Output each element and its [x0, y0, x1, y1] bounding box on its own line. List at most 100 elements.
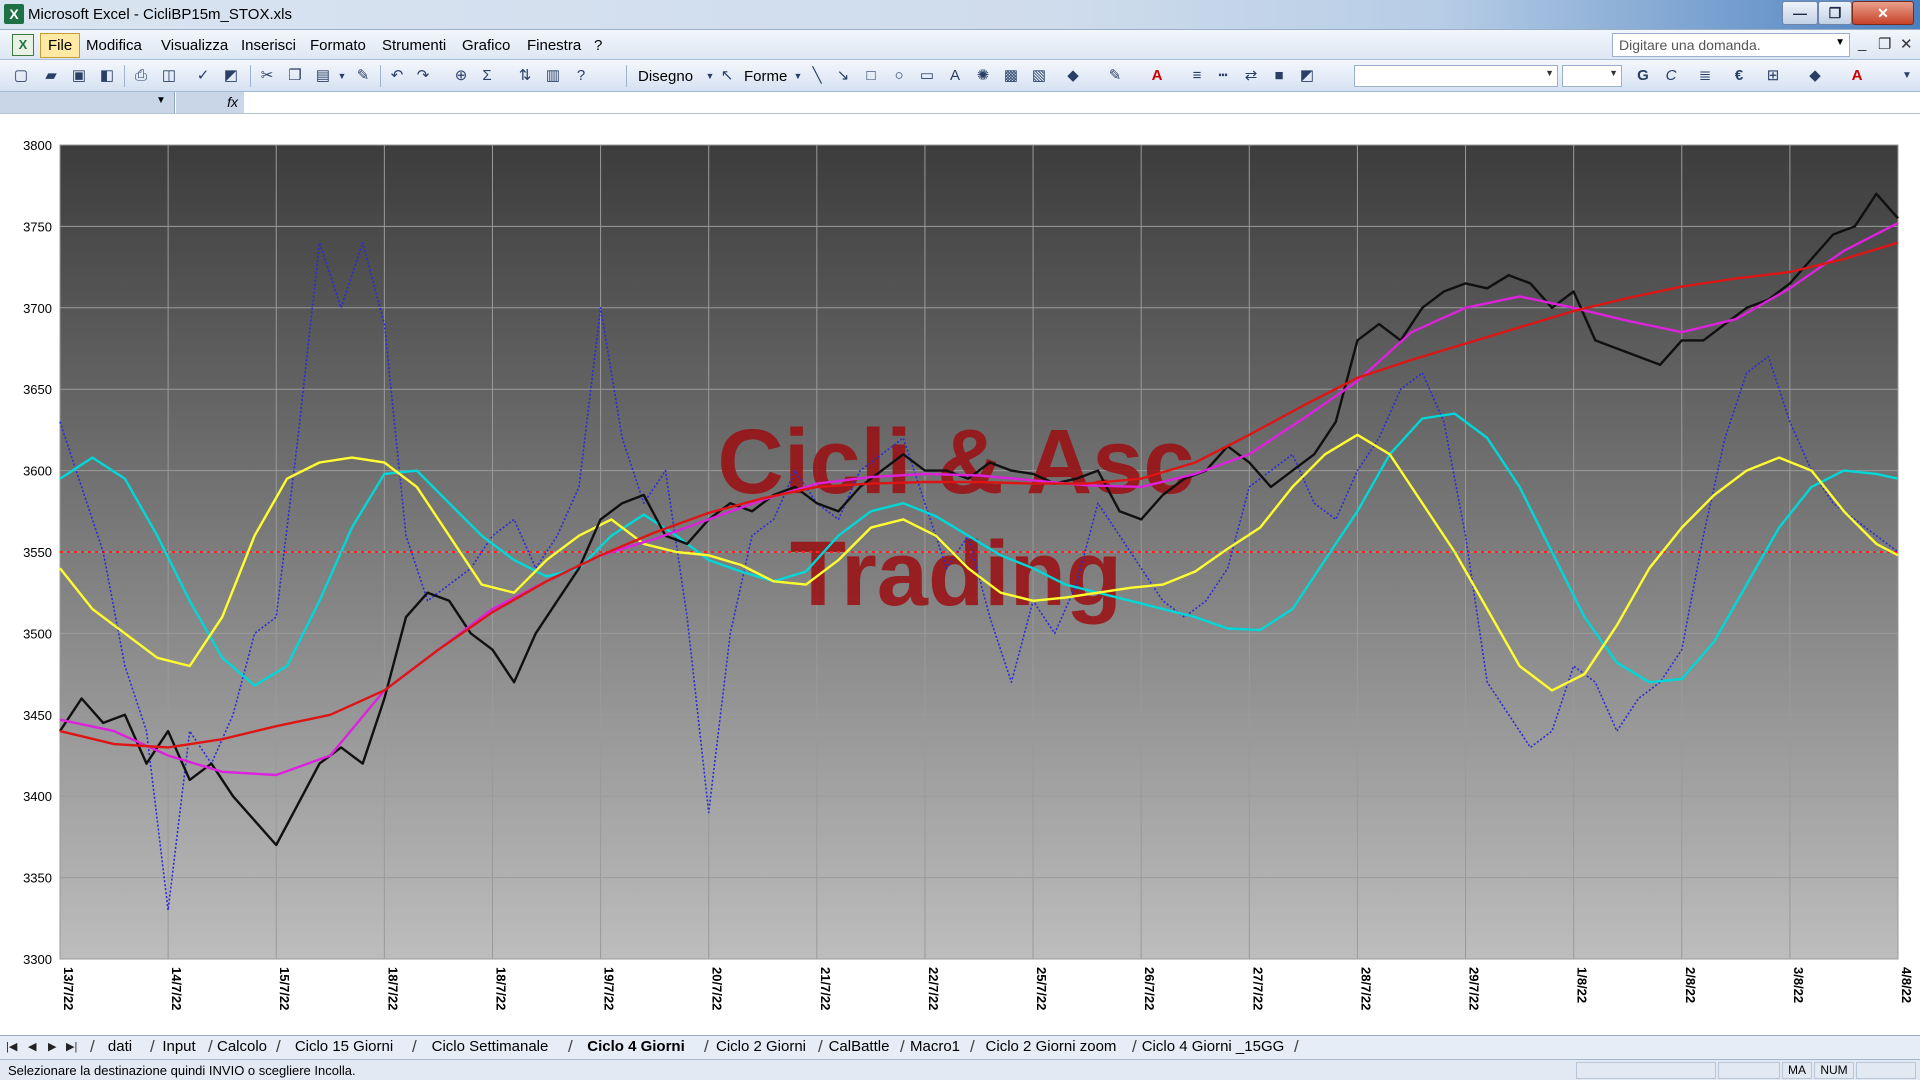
permission-icon[interactable]: ◧	[96, 65, 118, 87]
research-icon[interactable]: ◩	[220, 65, 242, 87]
menu-visualizza[interactable]: Visualizza	[161, 37, 228, 54]
shadow-icon[interactable]: ■	[1268, 65, 1290, 87]
doc-close-button[interactable]: ✕	[1900, 35, 1913, 53]
sheet-tab[interactable]: Calcolo	[214, 1037, 270, 1058]
sheet-tab[interactable]: Ciclo 4 Giorni	[574, 1037, 698, 1058]
menu-finestra[interactable]: Finestra	[527, 37, 581, 54]
sheet-tab[interactable]: CalBattle	[824, 1037, 894, 1058]
autosum-icon[interactable]: Σ	[476, 65, 498, 87]
x-tick-label: 22/7/22	[926, 967, 941, 1010]
close-button[interactable]: ✕	[1852, 1, 1914, 25]
open-folder-icon[interactable]: ▰	[40, 65, 62, 87]
rectangle-icon[interactable]: □	[860, 65, 882, 87]
chevron-down-icon[interactable]: ▼	[1609, 68, 1618, 78]
textbox-icon[interactable]: ▭	[916, 65, 938, 87]
wordart-icon[interactable]: A	[944, 65, 966, 87]
currency-icon[interactable]: €	[1728, 65, 1750, 87]
print-icon[interactable]: ⎙	[130, 65, 152, 87]
dash-style-icon[interactable]: ┅	[1212, 65, 1234, 87]
workbook-icon[interactable]: X	[12, 34, 34, 56]
fill-color-icon[interactable]: ◆	[1062, 65, 1084, 87]
sheet-tab[interactable]: dati	[96, 1037, 144, 1058]
chart-wizard-icon[interactable]: ▥	[542, 65, 564, 87]
font-color-icon[interactable]: A	[1146, 65, 1168, 87]
new-file-icon[interactable]: ▢	[10, 65, 32, 87]
select-arrow-icon[interactable]: ↖	[716, 65, 738, 87]
tab-separator: /	[412, 1037, 417, 1056]
chart-area[interactable]: 3300 3350 3400 3450 3500 3550 3600 3650 3700 3750…	[0, 115, 1920, 1035]
sheet-tab[interactable]: Ciclo Settimanale	[418, 1037, 562, 1058]
menu-strumenti[interactable]: Strumenti	[382, 37, 446, 54]
x-tick-label: 28/7/22	[1358, 967, 1373, 1010]
hyperlink-icon[interactable]: ⊕	[450, 65, 472, 87]
last-sheet-icon[interactable]: ▶|	[66, 1040, 77, 1053]
paste-icon[interactable]: ▤	[312, 65, 334, 87]
fill-color-icon-2[interactable]: ◆	[1804, 65, 1826, 87]
status-message: Selezionare la destinazione quindi INVIO…	[8, 1063, 356, 1078]
ask-question-input[interactable]: Digitare una domanda. ▼	[1612, 33, 1850, 57]
name-box[interactable]: ▼	[0, 92, 175, 113]
sheet-tab[interactable]: Input	[156, 1037, 202, 1058]
line-style-icon[interactable]: ≡	[1186, 65, 1208, 87]
image-icon[interactable]: ▧	[1028, 65, 1050, 87]
format-painter-icon[interactable]: ✎	[352, 65, 374, 87]
chevron-down-icon[interactable]: ▼	[1835, 37, 1845, 48]
3d-icon[interactable]: ◩	[1296, 65, 1318, 87]
menu-grafico[interactable]: Grafico	[462, 37, 510, 54]
copy-icon[interactable]: ❐	[284, 65, 306, 87]
clipart-icon[interactable]: ▩	[1000, 65, 1022, 87]
arrow-style-icon[interactable]: ⇄	[1240, 65, 1262, 87]
menu-help[interactable]: ?	[594, 37, 602, 54]
disegno-menu[interactable]: Disegno	[638, 68, 693, 85]
minimize-button[interactable]: —	[1782, 1, 1818, 25]
maximize-button[interactable]: ❐	[1818, 1, 1852, 25]
save-icon[interactable]: ▣	[68, 65, 90, 87]
first-sheet-icon[interactable]: |◀	[6, 1040, 17, 1053]
prev-sheet-icon[interactable]: ◀	[28, 1040, 36, 1053]
chevron-down-icon[interactable]: ▼	[1545, 68, 1554, 78]
borders-icon[interactable]: ⊞	[1762, 65, 1784, 87]
sheet-tab[interactable]: Ciclo 2 Giorni	[710, 1037, 812, 1058]
redo-icon[interactable]: ↷	[412, 65, 434, 87]
sheet-tab[interactable]: Ciclo 15 Giorni	[282, 1037, 406, 1058]
forme-dropdown-icon[interactable]: ▼	[792, 65, 804, 87]
paste-dropdown-icon[interactable]: ▼	[336, 65, 348, 87]
excel-app-icon[interactable]: X	[4, 4, 24, 24]
next-sheet-icon[interactable]: ▶	[48, 1040, 56, 1053]
tab-separator: /	[1294, 1037, 1299, 1056]
sort-icon[interactable]: ⇅	[514, 65, 536, 87]
doc-restore-button[interactable]: ❐	[1878, 35, 1891, 53]
menu-formato[interactable]: Formato	[310, 37, 366, 54]
italic-icon[interactable]: C	[1660, 65, 1682, 87]
toolbar-options-icon[interactable]: ▼	[1896, 65, 1918, 87]
sheet-tab[interactable]: Macro1	[906, 1037, 964, 1058]
disegno-dropdown-icon[interactable]: ▼	[704, 65, 716, 87]
help-icon[interactable]: ?	[570, 65, 592, 87]
forme-menu[interactable]: Forme	[744, 68, 787, 85]
sheet-tab[interactable]: Ciclo 4 Giorni _15GG	[1138, 1037, 1288, 1058]
insert-function-button[interactable]: fx	[176, 92, 244, 113]
status-cell-2	[1718, 1062, 1780, 1079]
chevron-down-icon[interactable]: ▼	[156, 95, 166, 106]
cut-icon[interactable]: ✂	[256, 65, 278, 87]
oval-icon[interactable]: ○	[888, 65, 910, 87]
doc-minimize-button[interactable]: _	[1858, 35, 1866, 52]
print-preview-icon[interactable]: ◫	[158, 65, 180, 87]
menu-inserisci[interactable]: Inserisci	[241, 37, 296, 54]
sheet-tab[interactable]: Ciclo 2 Giorni zoom	[976, 1037, 1126, 1058]
diagram-icon[interactable]: ✺	[972, 65, 994, 87]
menu-modifica[interactable]: Modifica	[86, 37, 142, 54]
font-size-combo[interactable]: ▼	[1562, 65, 1622, 87]
arrow-icon[interactable]: ↘	[832, 65, 854, 87]
line-color-icon[interactable]: ✎	[1104, 65, 1126, 87]
font-name-combo[interactable]: ▼	[1354, 65, 1558, 87]
align-center-icon[interactable]: ≣	[1694, 65, 1716, 87]
price-cycles-chart[interactable]: 3300 3350 3400 3450 3500 3550 3600 3650 3700 3750…	[0, 115, 1920, 1035]
sheet-tab-bar: |◀ ◀ ▶ ▶| / dati / Input / Calcolo / Ciclo 15 G…	[0, 1035, 1920, 1059]
menu-file[interactable]: File	[40, 33, 81, 58]
bold-icon[interactable]: G	[1632, 65, 1654, 87]
spelling-icon[interactable]: ✓	[192, 65, 214, 87]
font-color-icon-2[interactable]: A	[1846, 65, 1868, 87]
undo-icon[interactable]: ↶	[386, 65, 408, 87]
line-icon[interactable]: ╲	[806, 65, 828, 87]
